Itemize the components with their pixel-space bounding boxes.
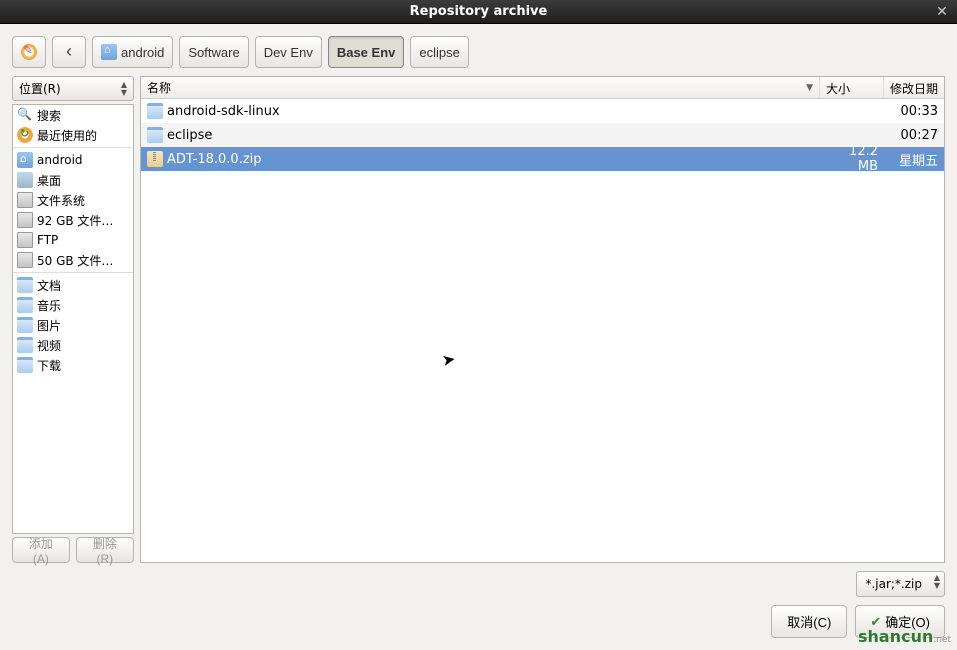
places-actions: 添加(A) 删除(R)	[12, 537, 134, 563]
column-date[interactable]: 修改日期	[884, 77, 944, 98]
dialog-body: android Software Dev Env Base Env eclips…	[0, 24, 957, 650]
home-icon	[17, 152, 33, 168]
place-item[interactable]: 下载	[13, 355, 133, 375]
disk-icon	[17, 212, 33, 228]
place-label: FTP	[37, 233, 58, 247]
cancel-button[interactable]: 取消(C)	[771, 605, 847, 638]
place-item[interactable]: 92 GB 文件…	[13, 210, 133, 230]
filter-row: *.jar;*.zip ▲▼	[12, 571, 945, 597]
place-label: 50 GB 文件…	[37, 252, 113, 269]
folder-icon	[17, 317, 33, 333]
folder-icon	[147, 127, 163, 143]
file-list: android-sdk-linux 00:33 eclipse 00:27 ADT-18…	[141, 99, 944, 562]
sort-arrows-icon: ▲▼	[121, 81, 127, 97]
place-item[interactable]: 搜索	[13, 105, 133, 125]
column-size[interactable]: 大小	[820, 77, 884, 98]
place-label: 下载	[37, 357, 61, 374]
place-label: 音乐	[37, 297, 61, 314]
file-date: 00:33	[884, 104, 944, 119]
filter-combobox[interactable]: *.jar;*.zip ▲▼	[856, 571, 945, 597]
path-segment-devenv[interactable]: Dev Env	[255, 36, 322, 68]
places-list: 搜索最近使用的 android 桌面文件系统 92 GB 文件… FTP 50 GB 文件…	[12, 104, 134, 534]
recent-icon	[17, 127, 33, 143]
file-date: 星期五	[884, 150, 944, 169]
add-place-button[interactable]: 添加(A)	[12, 537, 70, 563]
folder-icon	[17, 357, 33, 373]
place-label: android	[37, 153, 83, 167]
place-item[interactable]: 桌面	[13, 170, 133, 190]
file-name: ADT-18.0.0.zip	[167, 152, 262, 167]
place-item[interactable]: android	[13, 150, 133, 170]
window-title: Repository archive	[410, 4, 548, 19]
folder-icon	[17, 297, 33, 313]
place-label: 92 GB 文件…	[37, 212, 113, 229]
main-area: 位置(R) ▲▼ 搜索最近使用的 android 桌面文件系统 92 GB 文件… FT…	[12, 76, 945, 563]
edit-path-button[interactable]	[12, 36, 46, 68]
place-item[interactable]: 50 GB 文件…	[13, 250, 133, 270]
chevron-left-icon	[61, 44, 77, 60]
path-toolbar: android Software Dev Env Base Env eclips…	[12, 36, 945, 68]
places-panel: 位置(R) ▲▼ 搜索最近使用的 android 桌面文件系统 92 GB 文件… FT…	[12, 76, 134, 563]
file-name: eclipse	[167, 128, 212, 143]
place-item[interactable]: 文档	[13, 275, 133, 295]
file-date: 00:27	[884, 128, 944, 143]
place-label: 搜索	[37, 107, 61, 124]
place-label: 文件系统	[37, 192, 85, 209]
places-header[interactable]: 位置(R) ▲▼	[12, 76, 134, 101]
desktop-icon	[17, 172, 33, 188]
file-size: 12.2 MB	[820, 144, 884, 174]
pencil-icon	[21, 44, 37, 60]
remove-place-button[interactable]: 删除(R)	[76, 537, 134, 563]
place-label: 视频	[37, 337, 61, 354]
disk-icon	[17, 252, 33, 268]
file-row[interactable]: ADT-18.0.0.zip 12.2 MB星期五	[141, 147, 944, 171]
place-item[interactable]: 文件系统	[13, 190, 133, 210]
place-item[interactable]: FTP	[13, 230, 133, 250]
place-item[interactable]: 图片	[13, 315, 133, 335]
ok-button[interactable]: ✔ 确定(O)	[855, 605, 945, 638]
search-icon	[17, 107, 33, 123]
titlebar: Repository archive ✕	[0, 0, 957, 24]
place-label: 最近使用的	[37, 127, 97, 144]
zip-icon	[147, 151, 163, 167]
folder-icon	[147, 103, 163, 119]
folder-icon	[17, 337, 33, 353]
place-label: 文档	[37, 277, 61, 294]
sort-desc-icon: ▼	[806, 83, 813, 93]
ok-icon: ✔	[870, 614, 881, 630]
home-icon	[101, 44, 117, 60]
close-icon[interactable]: ✕	[933, 3, 951, 21]
file-panel: 名称 ▼ 大小 修改日期 android-sdk-linux 00:33 eclip…	[140, 76, 945, 563]
place-label: 桌面	[37, 172, 61, 189]
action-row: 取消(C) ✔ 确定(O)	[12, 605, 945, 638]
place-item[interactable]: 音乐	[13, 295, 133, 315]
path-segment-eclipse[interactable]: eclipse	[410, 36, 468, 68]
place-label: 图片	[37, 317, 61, 334]
place-item[interactable]: 最近使用的	[13, 125, 133, 145]
path-segment-baseenv[interactable]: Base Env	[328, 36, 405, 68]
file-header: 名称 ▼ 大小 修改日期	[141, 77, 944, 99]
path-segment-android[interactable]: android	[92, 36, 173, 68]
column-name[interactable]: 名称 ▼	[141, 77, 820, 98]
disk-icon	[17, 232, 33, 248]
file-name: android-sdk-linux	[167, 104, 280, 119]
file-row[interactable]: android-sdk-linux 00:33	[141, 99, 944, 123]
spinner-arrows-icon: ▲▼	[934, 574, 940, 590]
place-item[interactable]: 视频	[13, 335, 133, 355]
path-back-button[interactable]	[52, 36, 86, 68]
folder-icon	[17, 277, 33, 293]
path-segment-software[interactable]: Software	[179, 36, 248, 68]
disk-icon	[17, 192, 33, 208]
